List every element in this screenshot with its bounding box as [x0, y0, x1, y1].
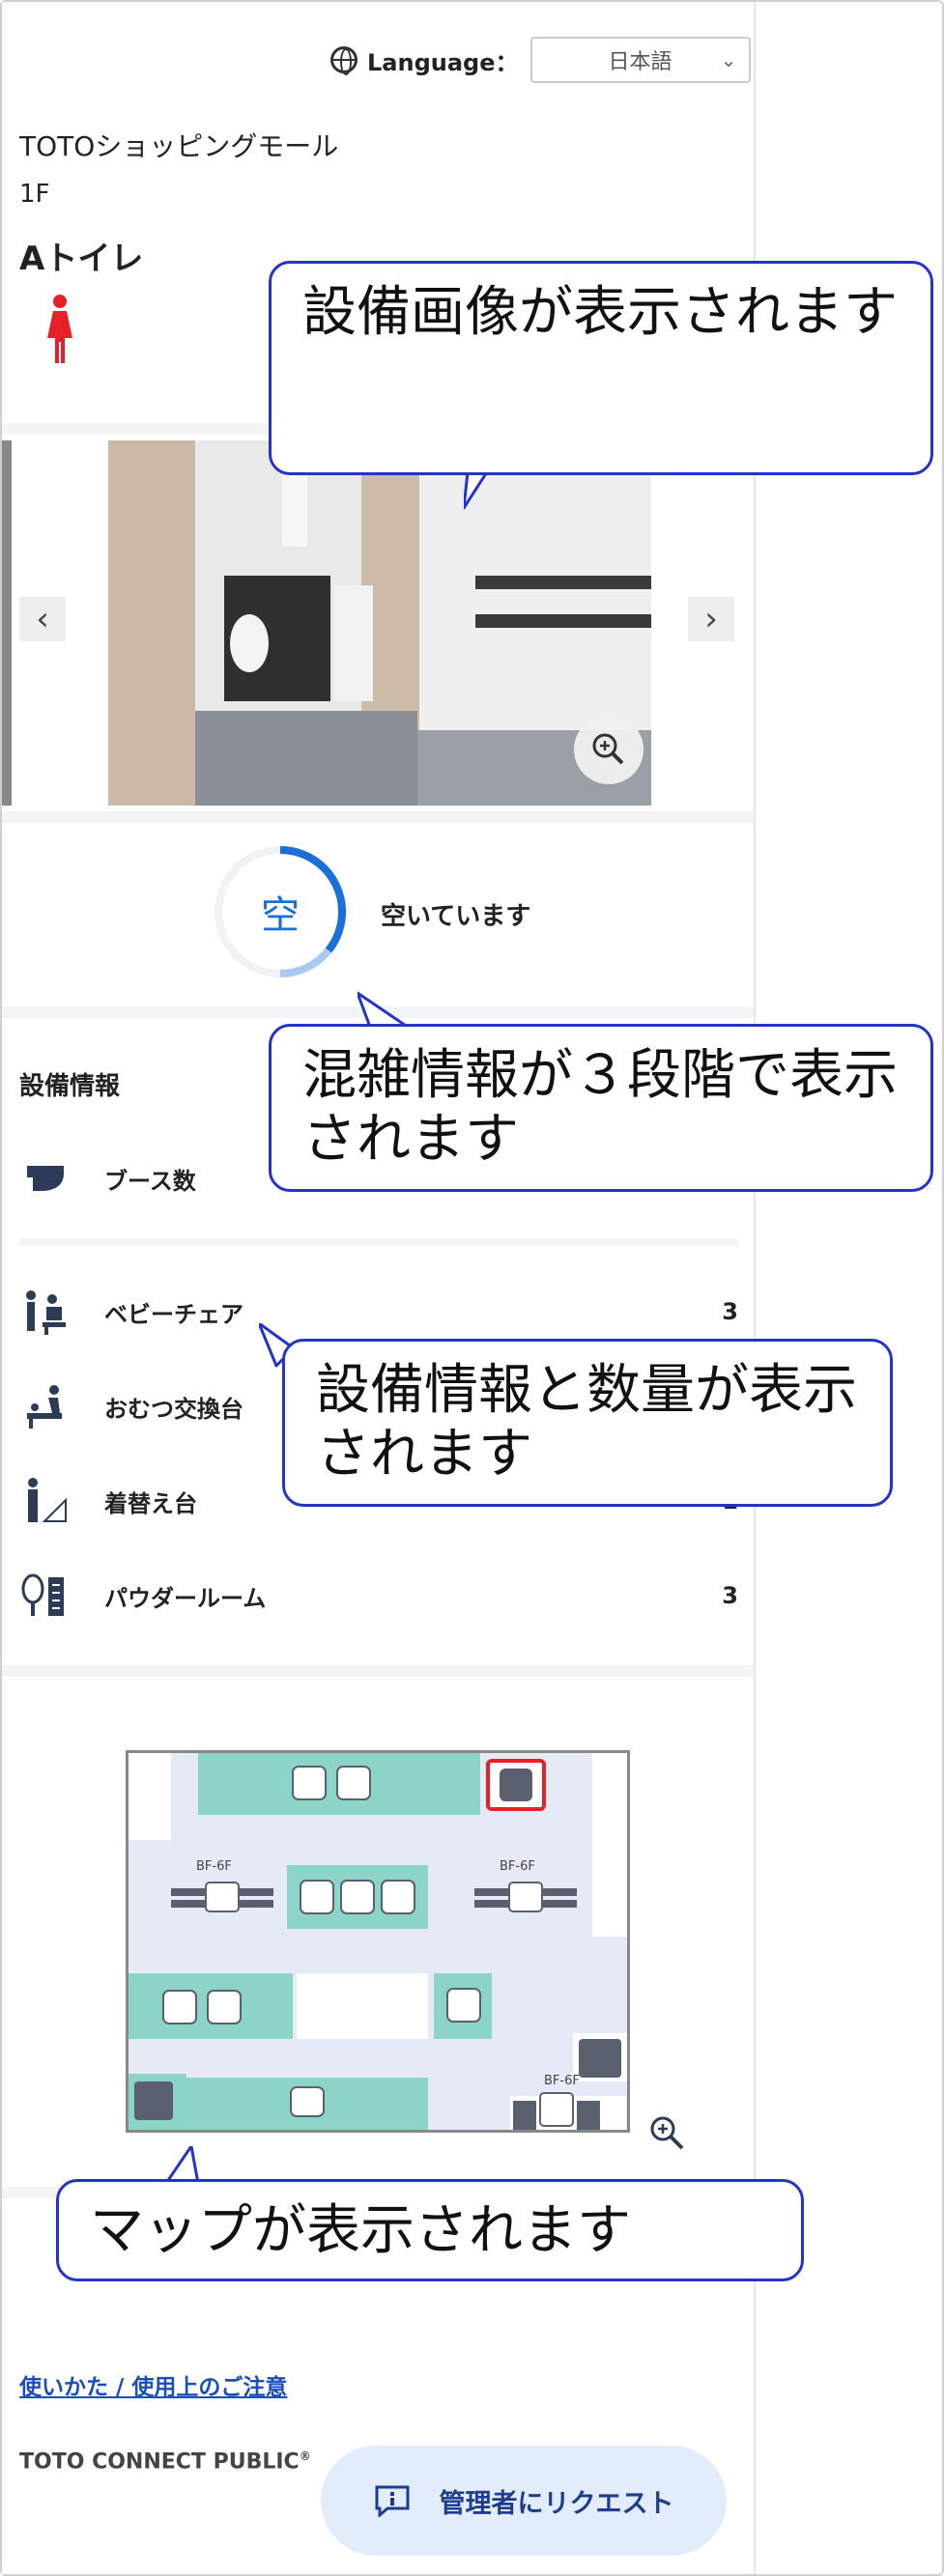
- language-select[interactable]: 日本語 ⌄: [529, 37, 751, 83]
- facility-name: TOTOショッピングモール: [19, 130, 339, 162]
- callout-equipment-text: 設備情報と数量が表示されます: [316, 1359, 857, 1486]
- equipment-row: ベビーチェア 3: [19, 1283, 738, 1341]
- restroom-photo[interactable]: [108, 440, 651, 806]
- row-divider: [19, 1238, 738, 1246]
- chevron-left-icon: ‹: [36, 600, 49, 638]
- language-label: Language：: [367, 48, 519, 76]
- equipment-row: パウダールーム 3: [19, 1567, 738, 1625]
- zoom-in-icon: [592, 733, 624, 765]
- brand-name: TOTO CONNECT PUBLIC®: [19, 2449, 311, 2474]
- callout-image: 設備画像が表示されます: [269, 261, 933, 475]
- diaper-changing-icon: [27, 1385, 62, 1429]
- callout-map-text: マップが表示されます: [90, 2199, 631, 2262]
- equipment-image-carousel: ‹ ›: [2, 435, 754, 811]
- toilet-name: Aトイレ: [19, 240, 144, 278]
- brand-text: TOTO CONNECT PUBLIC: [19, 2449, 300, 2475]
- map-floor-label: BF-6F: [196, 1859, 232, 1874]
- section-divider: [2, 1665, 754, 1677]
- equipment-section-title: 設備情報: [19, 1072, 121, 1101]
- equipment-count: 3: [722, 1298, 738, 1325]
- congestion-status-text: 空いています: [381, 902, 531, 931]
- powder-room-icon: [21, 1573, 64, 1616]
- callout-congestion-text: 混雑情報が３段階で表示されます: [302, 1044, 898, 1172]
- booth-icon: [27, 1166, 64, 1191]
- brand-mark: ®: [299, 2449, 311, 2463]
- chevron-down-icon: ⌄: [720, 48, 737, 71]
- map-floor-label: BF-6F: [500, 1859, 535, 1874]
- equipment-count: 3: [722, 1582, 738, 1609]
- language-select-value: 日本語: [608, 50, 672, 74]
- callout-equipment: 設備情報と数量が表示されます: [282, 1339, 893, 1507]
- equipment-label: パウダールーム: [104, 1584, 267, 1612]
- congestion-level-label: 空: [261, 893, 300, 938]
- map-zoom-icon[interactable]: [647, 2113, 686, 2152]
- baby-chair-icon: [26, 1290, 66, 1335]
- chevron-right-icon: ›: [704, 600, 718, 638]
- changing-board-icon: [28, 1478, 67, 1522]
- previous-photo-edge: [2, 440, 12, 806]
- request-admin-button[interactable]: 管理者にリクエスト: [321, 2446, 727, 2556]
- usage-notes-link[interactable]: 使いかた / 使用上のご注意: [19, 2368, 287, 2401]
- request-admin-label: 管理者にリクエスト: [439, 2488, 674, 2519]
- carousel-next-button[interactable]: ›: [688, 597, 734, 641]
- floor-label: 1F: [19, 180, 50, 209]
- section-divider: [2, 811, 754, 823]
- equipment-label: ベビーチェア: [104, 1300, 243, 1328]
- globe-icon: [330, 46, 358, 75]
- map-floor-label: BF-6F: [544, 2074, 580, 2088]
- photo-zoom-button[interactable]: [574, 715, 644, 784]
- female-icon: [47, 295, 72, 363]
- carousel-prev-button[interactable]: ‹: [19, 597, 66, 641]
- language-selector-row: Language： 日本語 ⌄: [330, 37, 751, 83]
- callout-map: マップが表示されます: [56, 2179, 804, 2281]
- floor-map[interactable]: BF-6F BF-6F BF-6F: [126, 1750, 630, 2133]
- callout-image-text: 設備画像が表示されます: [302, 281, 898, 344]
- callout-congestion: 混雑情報が３段階で表示されます: [269, 1024, 933, 1192]
- info-message-icon: [375, 2485, 409, 2517]
